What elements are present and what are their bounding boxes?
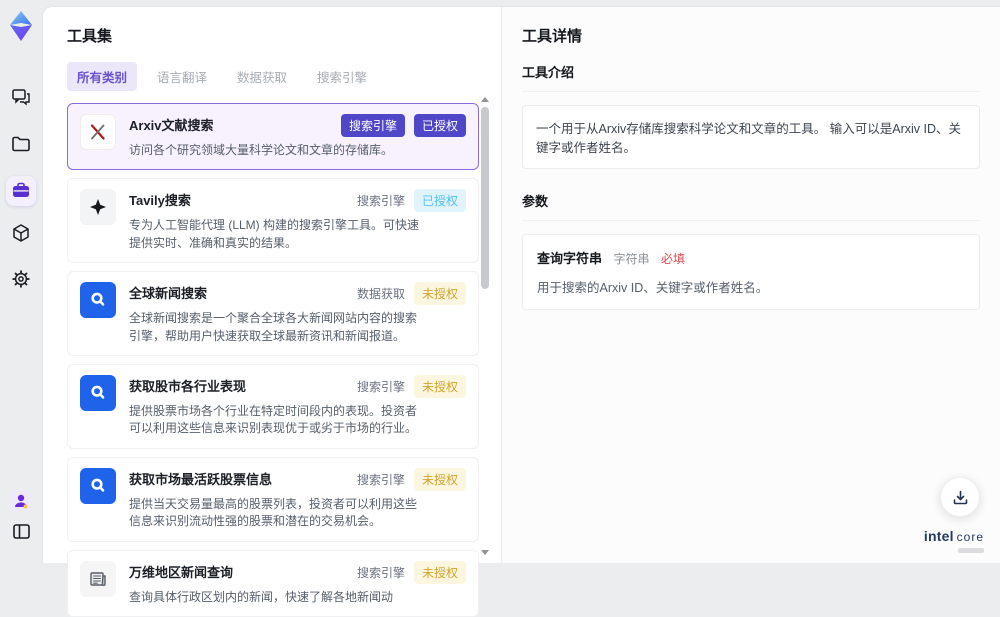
newspaper-icon	[80, 561, 116, 597]
tool-card-arxiv[interactable]: Arxiv文献搜索 搜索引擎 已授权 访问各个研究领域大量科学论文和文章的存储库…	[67, 103, 479, 170]
user-icon[interactable]	[10, 490, 32, 512]
scroll-down-arrow[interactable]	[481, 550, 489, 555]
tool-name: 获取股市各行业表现	[129, 375, 349, 395]
tool-intro-text: 一个用于从Arxiv存储库搜索科学论文和文章的工具。 输入可以是Arxiv ID…	[522, 105, 980, 169]
param-type: 字符串	[613, 252, 649, 266]
tool-name: Tavily搜索	[129, 189, 349, 209]
app-logo	[7, 10, 35, 42]
tool-card-active-stocks[interactable]: 获取市场最活跃股票信息 搜索引擎 未授权 提供当天交易量最高的股票列表，投资者可…	[67, 457, 479, 542]
parameter-card: 查询字符串 字符串 必填 用于搜索的Arxiv ID、关键字或作者姓名。	[522, 234, 980, 310]
params-heading: 参数	[522, 191, 980, 221]
tab-language-translation[interactable]: 语言翻译	[147, 62, 217, 91]
auth-status-badge: 未授权	[414, 468, 466, 491]
panel-toggle-icon[interactable]	[10, 520, 32, 542]
category-badge: 搜索引擎	[341, 114, 405, 137]
tab-all-categories[interactable]: 所有类别	[67, 62, 137, 91]
tool-name: 获取市场最活跃股票信息	[129, 468, 349, 488]
tool-description: 提供当天交易量最高的股票列表，投资者可以利用这些信息来识别流动性强的股票和潜在的…	[129, 496, 424, 531]
folder-icon[interactable]	[10, 133, 32, 155]
category-label: 搜索引擎	[357, 564, 405, 581]
chat-icon[interactable]	[10, 86, 32, 108]
sidebar-rail	[0, 0, 42, 563]
tool-card-regional-news[interactable]: 万维地区新闻查询 搜索引擎 未授权 查询具体行政区划内的新闻，快速了解各地新闻动	[67, 550, 479, 617]
tool-description: 专为人工智能代理 (LLM) 构建的搜索引擎工具。可快速提供实时、准确和真实的结…	[129, 217, 424, 252]
main-surface: 工具集 所有类别 语言翻译 数据获取 搜索引擎 Arxiv文献搜索	[42, 6, 1000, 563]
tool-description: 查询具体行政区划内的新闻，快速了解各地新闻动	[129, 589, 424, 606]
search-icon	[80, 375, 116, 411]
auth-status-badge: 未授权	[414, 282, 466, 305]
search-icon	[80, 468, 116, 504]
param-description: 用于搜索的Arxiv ID、关键字或作者姓名。	[537, 277, 965, 296]
tool-detail-pane: 工具详情 工具介绍 一个用于从Arxiv存储库搜索科学论文和文章的工具。 输入可…	[501, 7, 1000, 563]
tool-name: Arxiv文献搜索	[129, 114, 333, 134]
download-icon	[952, 489, 969, 506]
list-scrollbar[interactable]	[480, 95, 490, 557]
brand-intel: intel	[924, 528, 954, 544]
category-label: 搜索引擎	[357, 378, 405, 395]
category-label: 搜索引擎	[357, 192, 405, 209]
scrollbar-thumb[interactable]	[481, 107, 489, 289]
intel-core-logo: intelcore	[924, 528, 984, 553]
tool-card-global-news[interactable]: 全球新闻搜索 数据获取 未授权 全球新闻搜索是一个聚合全球各大新闻网站内容的搜索…	[67, 271, 479, 356]
sparkle-icon	[80, 189, 116, 225]
search-icon	[80, 282, 116, 318]
intro-heading: 工具介绍	[522, 62, 980, 92]
cube-icon[interactable]	[10, 222, 32, 244]
gear-icon[interactable]	[10, 268, 32, 290]
brand-core: core	[957, 530, 984, 544]
auth-status-badge: 已授权	[414, 114, 466, 137]
auth-status-badge: 未授权	[414, 561, 466, 584]
tool-description: 访问各个研究领域大量科学论文和文章的存储库。	[129, 142, 424, 159]
tab-data-fetch[interactable]: 数据获取	[227, 62, 297, 91]
category-tabs: 所有类别 语言翻译 数据获取 搜索引擎	[67, 62, 501, 91]
download-button[interactable]	[940, 477, 980, 517]
auth-status-badge: 未授权	[414, 375, 466, 398]
tool-name: 万维地区新闻查询	[129, 561, 349, 581]
briefcase-icon-tools-active[interactable]	[6, 176, 36, 206]
category-label: 数据获取	[357, 285, 405, 302]
tool-card-tavily[interactable]: Tavily搜索 搜索引擎 已授权 专为人工智能代理 (LLM) 构建的搜索引擎…	[67, 178, 479, 263]
tool-list: Arxiv文献搜索 搜索引擎 已授权 访问各个研究领域大量科学论文和文章的存储库…	[67, 103, 479, 617]
tool-card-stock-sectors[interactable]: 获取股市各行业表现 搜索引擎 未授权 提供股票市场各个行业在特定时间段内的表现。…	[67, 364, 479, 449]
tool-list-pane: 工具集 所有类别 语言翻译 数据获取 搜索引擎 Arxiv文献搜索	[43, 7, 501, 563]
param-required-flag: 必填	[661, 252, 685, 266]
tool-name: 全球新闻搜索	[129, 282, 349, 302]
tool-description: 提供股票市场各个行业在特定时间段内的表现。投资者可以利用这些信息来识别表现优于或…	[129, 403, 424, 438]
category-label: 搜索引擎	[357, 471, 405, 488]
param-name: 查询字符串	[537, 251, 602, 266]
arxiv-icon	[80, 114, 116, 150]
detail-title: 工具详情	[522, 25, 980, 46]
tab-search-engine[interactable]: 搜索引擎	[307, 62, 377, 91]
page-title: 工具集	[67, 25, 501, 46]
brand-badge	[958, 548, 984, 553]
tool-description: 全球新闻搜索是一个聚合全球各大新闻网站内容的搜索引擎，帮助用户快速获取全球最新资…	[129, 310, 424, 345]
scroll-up-arrow[interactable]	[481, 97, 489, 102]
auth-status-badge: 已授权	[414, 189, 466, 212]
